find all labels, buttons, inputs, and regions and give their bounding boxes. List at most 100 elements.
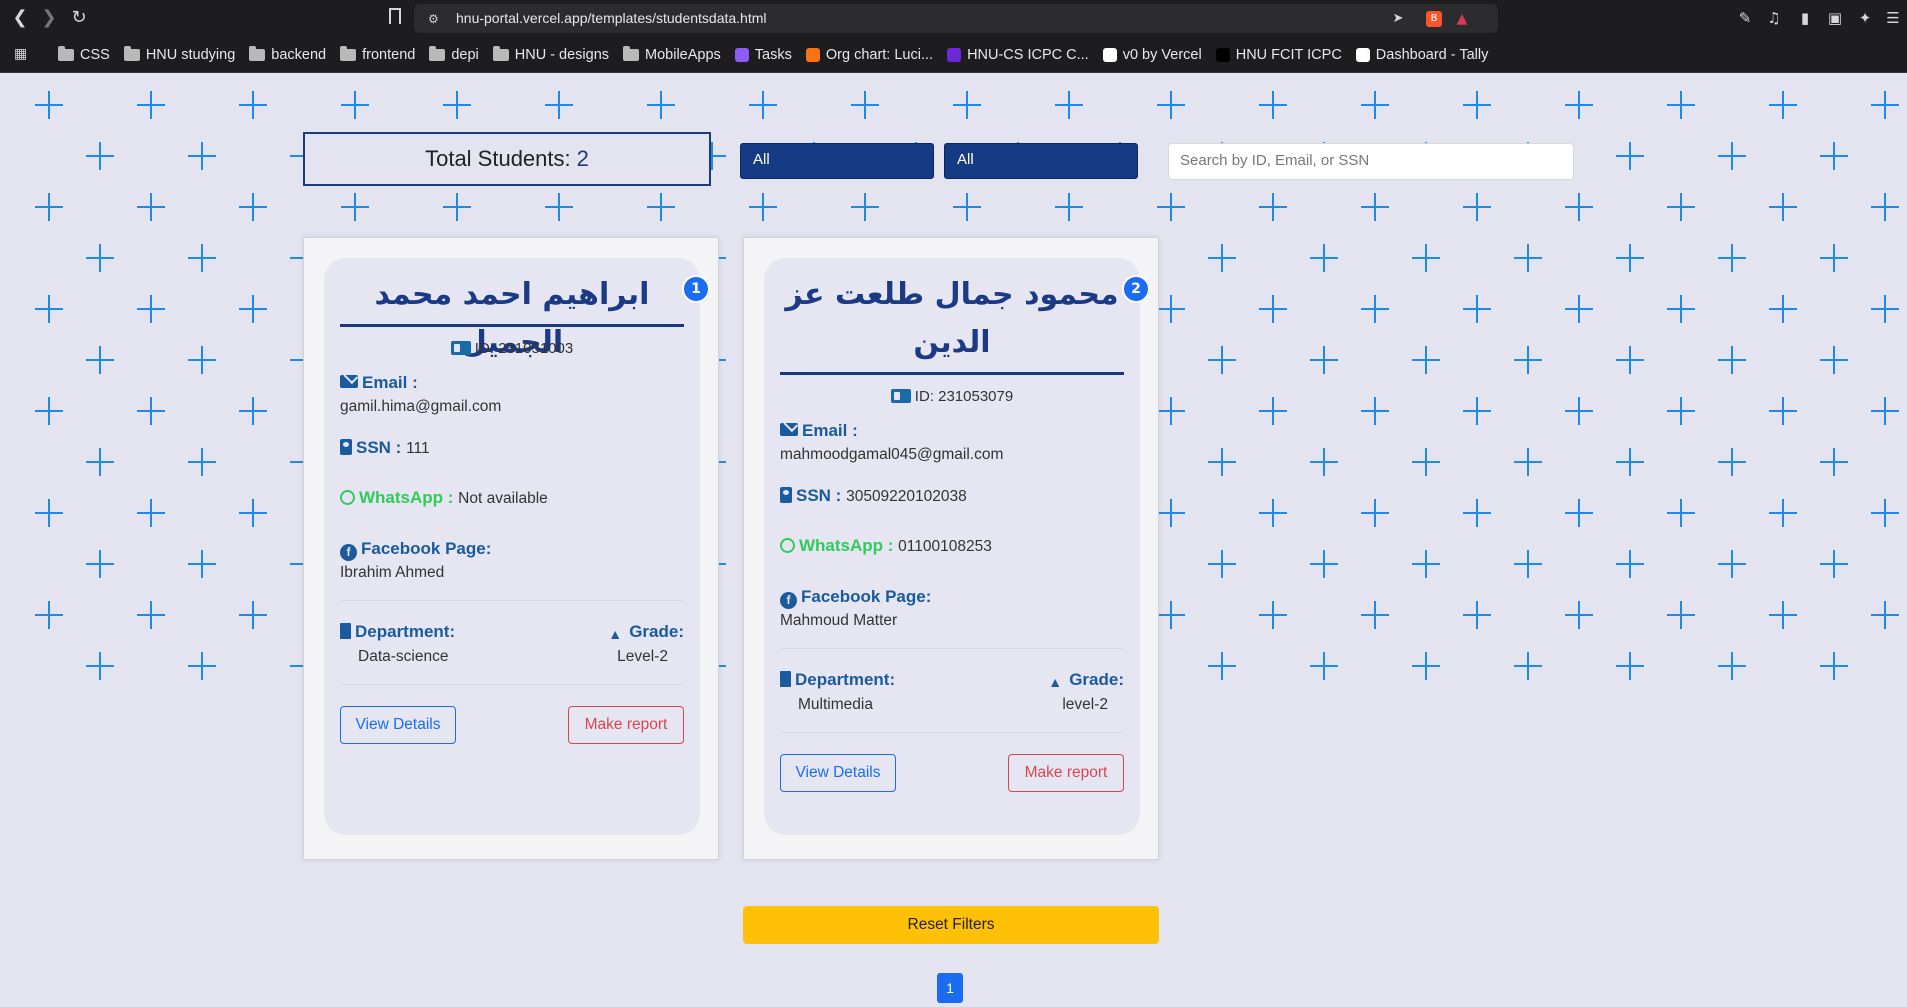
bookmark-label: depi	[451, 46, 479, 63]
plus-pattern-mark	[1310, 652, 1338, 680]
bookmark-item[interactable]: HNU FCIT ICPC	[1215, 46, 1342, 63]
plus-pattern-mark	[1208, 346, 1236, 374]
search-input[interactable]: Search by ID, Email, or SSN	[1168, 143, 1574, 180]
whatsapp-label: WhatsApp :	[799, 536, 894, 555]
view-details-button[interactable]: View Details	[340, 706, 456, 744]
plus-pattern-mark	[1871, 91, 1899, 119]
forward-icon[interactable]: ❯	[37, 6, 61, 30]
bookmark-item[interactable]: backend	[249, 45, 326, 63]
whatsapp-icon	[780, 538, 795, 553]
plus-pattern-mark	[443, 193, 471, 221]
bookmark-item[interactable]: HNU studying	[123, 45, 235, 63]
menu-icon[interactable]: ☰	[1884, 9, 1902, 27]
plus-pattern-mark	[1361, 499, 1389, 527]
plus-pattern-mark	[1565, 601, 1593, 629]
email-label-row: Email :	[780, 421, 858, 441]
grade-label-row: ▲ Grade:	[1045, 670, 1124, 691]
bookmark-item[interactable]: CSS	[58, 45, 110, 63]
sidebar-icon[interactable]: ▮	[1796, 9, 1814, 27]
media-icon[interactable]: ♫	[1765, 9, 1783, 27]
id-card-icon	[450, 341, 471, 355]
plus-pattern-mark	[1157, 499, 1185, 527]
bookmark-item[interactable]: Tasks	[734, 47, 792, 63]
plus-pattern-mark	[86, 346, 114, 374]
grade-filter-select[interactable]: All	[944, 143, 1138, 179]
plus-pattern-mark	[1361, 193, 1389, 221]
reset-filters-button[interactable]: Reset Filters	[743, 906, 1159, 944]
make-report-button[interactable]: Make report	[1008, 754, 1124, 792]
id-badge-icon	[340, 439, 352, 455]
student-facebook: Ibrahim Ahmed	[340, 564, 445, 581]
bookmark-item[interactable]: depi	[429, 45, 479, 63]
make-report-button[interactable]: Make report	[568, 706, 684, 744]
plus-pattern-mark	[35, 91, 63, 119]
bookmark-item[interactable]: Dashboard - Tally	[1355, 47, 1488, 63]
plus-pattern-mark	[239, 499, 267, 527]
plus-pattern-mark	[1820, 244, 1848, 272]
plus-pattern-mark	[188, 550, 216, 578]
wallet-icon[interactable]: ▣	[1826, 9, 1844, 27]
bookmarks-bar: ▦ CSS HNU studying backend frontend depi HNU …	[0, 36, 1907, 73]
bookmark-item[interactable]: MobileApps	[623, 45, 721, 63]
student-whatsapp: Not available	[458, 490, 548, 507]
plus-pattern-mark	[1208, 550, 1236, 578]
plus-pattern-mark	[953, 91, 981, 119]
bookmark-item[interactable]: HNU - designs	[492, 45, 609, 63]
bookmark-item[interactable]: Org chart: Luci...	[805, 47, 933, 63]
total-students-label: Total Students:	[425, 146, 571, 171]
plus-pattern-mark	[1769, 193, 1797, 221]
graduation-cap-icon: ▲	[608, 626, 623, 642]
facebook-label: Facebook Page:	[801, 587, 932, 606]
plus-pattern-mark	[188, 346, 216, 374]
plus-pattern-mark	[1820, 346, 1848, 374]
view-details-button[interactable]: View Details	[780, 754, 896, 792]
pagination-page-1[interactable]: 1	[937, 973, 963, 1003]
plus-pattern-mark	[1565, 499, 1593, 527]
address-bar[interactable]: ⚙ hnu-portal.vercel.app/templates/studen…	[414, 4, 1498, 33]
plus-pattern-mark	[1514, 448, 1542, 476]
folder-icon	[623, 45, 640, 61]
bookmark-label: HNU FCIT ICPC	[1235, 46, 1342, 63]
bookmark-label: CSS	[80, 46, 110, 63]
folder-icon	[429, 45, 446, 61]
brave-shields-icon[interactable]: B	[1426, 11, 1442, 27]
student-department: Multimedia	[798, 696, 873, 713]
bookmark-item[interactable]: v0 by Vercel	[1102, 47, 1202, 63]
plus-pattern-mark	[1514, 244, 1542, 272]
plus-pattern-mark	[749, 193, 777, 221]
plus-pattern-mark	[1310, 550, 1338, 578]
leo-ai-icon[interactable]: ✦	[1856, 9, 1874, 27]
bookmark-page-icon[interactable]	[389, 8, 401, 24]
plus-pattern-mark	[1412, 448, 1440, 476]
plus-pattern-mark	[1616, 346, 1644, 374]
share-icon[interactable]: ➤	[1390, 11, 1406, 27]
reload-icon[interactable]: ↻	[67, 6, 91, 30]
plus-pattern-mark	[1055, 193, 1083, 221]
plus-pattern-mark	[1871, 295, 1899, 323]
plus-pattern-mark	[1463, 601, 1491, 629]
student-ssn: 30509220102038	[846, 488, 967, 505]
bookmark-item[interactable]: HNU-CS ICPC C...	[947, 47, 1089, 63]
student-grade: level-2	[1062, 696, 1108, 713]
plus-pattern-mark	[1463, 499, 1491, 527]
facebook-label-row: f Facebook Page:	[340, 539, 491, 561]
site-settings-icon[interactable]: ⚙	[428, 12, 442, 26]
facebook-icon: f	[780, 592, 797, 609]
brave-rewards-icon[interactable]: ▲	[1454, 11, 1470, 27]
building-icon	[780, 671, 791, 687]
plus-pattern-mark	[239, 91, 267, 119]
plus-pattern-mark	[1667, 499, 1695, 527]
plus-pattern-mark	[239, 295, 267, 323]
plus-pattern-mark	[1769, 295, 1797, 323]
plus-pattern-mark	[1820, 142, 1848, 170]
student-id-row: ID: 231053079	[764, 388, 1140, 405]
url-text[interactable]: hnu-portal.vercel.app/templates/students…	[456, 10, 767, 26]
apps-grid-icon[interactable]: ▦	[14, 46, 27, 62]
bookmark-item[interactable]: frontend	[340, 45, 415, 63]
back-icon[interactable]: ❮	[8, 6, 32, 30]
student-card: 1 ابراهيم احمد محمد الجميل ID: 231051003…	[303, 237, 719, 860]
plus-pattern-mark	[1667, 91, 1695, 119]
building-icon	[340, 623, 351, 639]
extensions-icon[interactable]: ✎	[1736, 9, 1754, 27]
department-filter-select[interactable]: All	[740, 143, 934, 179]
